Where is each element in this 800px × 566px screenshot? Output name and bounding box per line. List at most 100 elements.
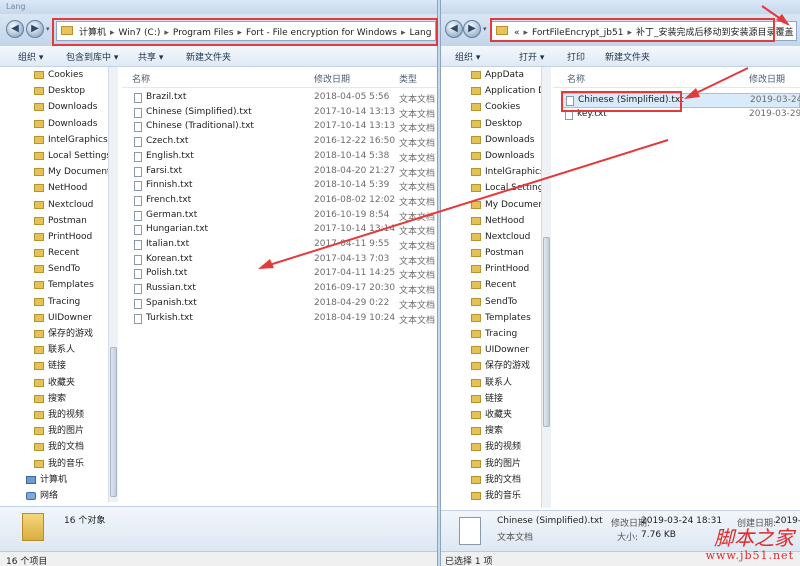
right-title-bar[interactable] (441, 0, 800, 14)
left-crumb[interactable]: Program Files (173, 28, 234, 38)
tree-item[interactable]: Downloads (0, 116, 118, 132)
left-toolbar-button[interactable]: 共享 ▾ (138, 50, 163, 63)
file-row[interactable]: Russian.txt 2016-09-17 20:30 文本文档 (122, 282, 437, 297)
file-row[interactable]: Farsi.txt 2018-04-20 21:27 文本文档 (122, 165, 437, 180)
file-row[interactable]: German.txt 2016-10-19 8:54 文本文档 (122, 209, 437, 224)
history-dropdown-icon[interactable]: ▾ (483, 25, 491, 33)
tree-item[interactable]: 我的图片 (441, 456, 545, 472)
tree-item[interactable]: SendTo (0, 261, 118, 277)
tree-item[interactable]: Application Da (441, 83, 545, 99)
right-address-bar[interactable]: «▸ FortFileEncrypt_jb51 ▸ 补丁_安装完成后移动到安装源目录覆… (491, 21, 797, 41)
tree-item[interactable]: My Document (0, 164, 118, 180)
tree-item[interactable]: Nextcloud (0, 197, 118, 213)
tree-item[interactable]: 我的图片 (0, 423, 118, 439)
right-toolbar-button[interactable]: 打印 (567, 50, 585, 63)
forward-arrow-icon[interactable]: ▶ (463, 20, 481, 38)
tree-item[interactable]: 收藏夹 (441, 407, 545, 423)
tree-item[interactable]: 我的视频 (0, 407, 118, 423)
tree-item[interactable]: Tracing (0, 294, 118, 310)
tree-item[interactable]: 搜索 (441, 423, 545, 439)
file-row[interactable]: Brazil.txt 2018-04-05 5:56 文本文档 (122, 91, 437, 106)
tree-item[interactable]: Recent (441, 277, 545, 293)
tree-item[interactable]: Cookies (441, 99, 545, 115)
tree-item[interactable]: IntelGraphicsP (0, 132, 118, 148)
tree-item[interactable]: PrintHood (0, 229, 118, 245)
tree-item[interactable]: Downloads (0, 99, 118, 115)
file-row[interactable]: Finnish.txt 2018-10-14 5:39 文本文档 (122, 179, 437, 194)
tree-item[interactable]: 我的视频 (441, 439, 545, 455)
left-crumb[interactable]: Lang (410, 28, 432, 38)
tree-item[interactable]: Downloads (441, 148, 545, 164)
right-crumb[interactable]: « (514, 28, 520, 38)
file-row[interactable]: Polish.txt 2017-04-11 14:25 文本文档 (122, 267, 437, 282)
left-tree-scrollbar[interactable] (108, 67, 118, 502)
file-row[interactable]: Turkish.txt 2018-04-19 10:24 文本文档 (122, 312, 437, 327)
left-toolbar-button[interactable]: 包含到库中 ▾ (66, 50, 118, 63)
tree-item[interactable]: AppData (441, 67, 545, 83)
right-toolbar-button[interactable]: 组织 ▾ (455, 50, 480, 63)
tree-item[interactable]: Nextcloud (441, 229, 545, 245)
tree-item[interactable]: 联系人 (0, 342, 118, 358)
right-toolbar-button[interactable]: 新建文件夹 (605, 50, 650, 63)
file-row[interactable]: Chinese (Traditional).txt 2017-10-14 13:1… (122, 120, 437, 135)
tree-item[interactable]: My Document (441, 197, 545, 213)
tree-item[interactable]: 联系人 (441, 375, 545, 391)
file-row[interactable]: English.txt 2018-10-14 5:38 文本文档 (122, 150, 437, 165)
tree-item[interactable]: 我的文档 (441, 472, 545, 488)
history-dropdown-icon[interactable]: ▾ (46, 25, 54, 33)
tree-item[interactable]: Templates (0, 277, 118, 293)
left-crumb[interactable]: Fort - File encryption for Windows (246, 28, 397, 38)
tree-item[interactable]: 收藏夹 (0, 375, 118, 391)
left-toolbar-button[interactable]: 新建文件夹 (186, 50, 231, 63)
left-tree-scroll-thumb[interactable] (110, 347, 117, 497)
column-type[interactable]: 类型 (399, 72, 417, 85)
tree-item[interactable]: Desktop (0, 83, 118, 99)
right-tree-scroll-thumb[interactable] (543, 237, 550, 427)
back-arrow-icon[interactable]: ◀ (445, 20, 463, 38)
tree-item[interactable]: NetHood (0, 180, 118, 196)
tree-item-network[interactable]: 网络 (0, 488, 118, 504)
tree-item[interactable]: PrintHood (441, 261, 545, 277)
tree-item[interactable]: Templates (441, 310, 545, 326)
tree-item[interactable]: 链接 (441, 391, 545, 407)
tree-item[interactable]: 我的音乐 (0, 456, 118, 472)
tree-item[interactable]: 保存的游戏 (0, 326, 118, 342)
tree-item[interactable]: Tracing (441, 326, 545, 342)
tree-item[interactable]: Desktop (441, 116, 545, 132)
tree-item[interactable]: UIDowner (441, 342, 545, 358)
file-row[interactable]: Italian.txt 2017-04-11 9:55 文本文档 (122, 238, 437, 253)
tree-item[interactable]: IntelGraphicsP (441, 164, 545, 180)
column-date[interactable]: 修改日期 (749, 72, 785, 85)
file-row[interactable]: Chinese (Simplified).txt 2019-03-24 (561, 93, 800, 108)
file-row[interactable]: Czech.txt 2016-12-22 16:50 文本文档 (122, 135, 437, 150)
tree-item[interactable]: UIDowner (0, 310, 118, 326)
left-breadcrumb[interactable]: 计算机 ▸ Win7 (C:) ▸ Program Files ▸ Fort - File … (79, 25, 435, 38)
right-tree-scrollbar[interactable] (541, 67, 551, 508)
left-crumb[interactable]: Win7 (C:) (119, 28, 161, 38)
tree-item[interactable]: 我的文档 (0, 439, 118, 455)
file-row[interactable]: Korean.txt 2017-04-13 7:03 文本文档 (122, 253, 437, 268)
tree-item[interactable]: Local Settings (0, 148, 118, 164)
left-crumb[interactable]: 计算机 (79, 28, 106, 38)
left-address-bar[interactable]: 计算机 ▸ Win7 (C:) ▸ Program Files ▸ Fort - File … (56, 21, 436, 41)
right-toolbar-button[interactable]: 打开 ▾ (519, 50, 544, 63)
right-breadcrumb[interactable]: «▸ FortFileEncrypt_jb51 ▸ 补丁_安装完成后移动到安装源目录覆… (514, 25, 796, 38)
left-title-bar[interactable]: Lang (0, 0, 437, 14)
file-row[interactable]: French.txt 2016-08-02 12:02 文本文档 (122, 194, 437, 209)
tree-item[interactable]: 保存的游戏 (441, 358, 545, 374)
file-row[interactable]: key.txt 2019-03-29 (561, 108, 800, 123)
tree-item[interactable]: Recent (0, 245, 118, 261)
tree-item[interactable]: Local Settings (441, 180, 545, 196)
column-date[interactable]: 修改日期 (314, 72, 350, 85)
tree-item[interactable]: Downloads (441, 132, 545, 148)
forward-arrow-icon[interactable]: ▶ (26, 20, 44, 38)
tree-item[interactable]: Cookies (0, 67, 118, 83)
tree-item[interactable]: SendTo (441, 294, 545, 310)
back-arrow-icon[interactable]: ◀ (6, 20, 24, 38)
tree-item[interactable]: Postman (441, 245, 545, 261)
file-row[interactable]: Chinese (Simplified).txt 2017-10-14 13:13… (122, 106, 437, 121)
column-name[interactable]: 名称 (567, 72, 585, 85)
tree-item[interactable]: 我的音乐 (441, 488, 545, 504)
left-toolbar-button[interactable]: 组织 ▾ (18, 50, 43, 63)
tree-item[interactable]: 链接 (0, 358, 118, 374)
